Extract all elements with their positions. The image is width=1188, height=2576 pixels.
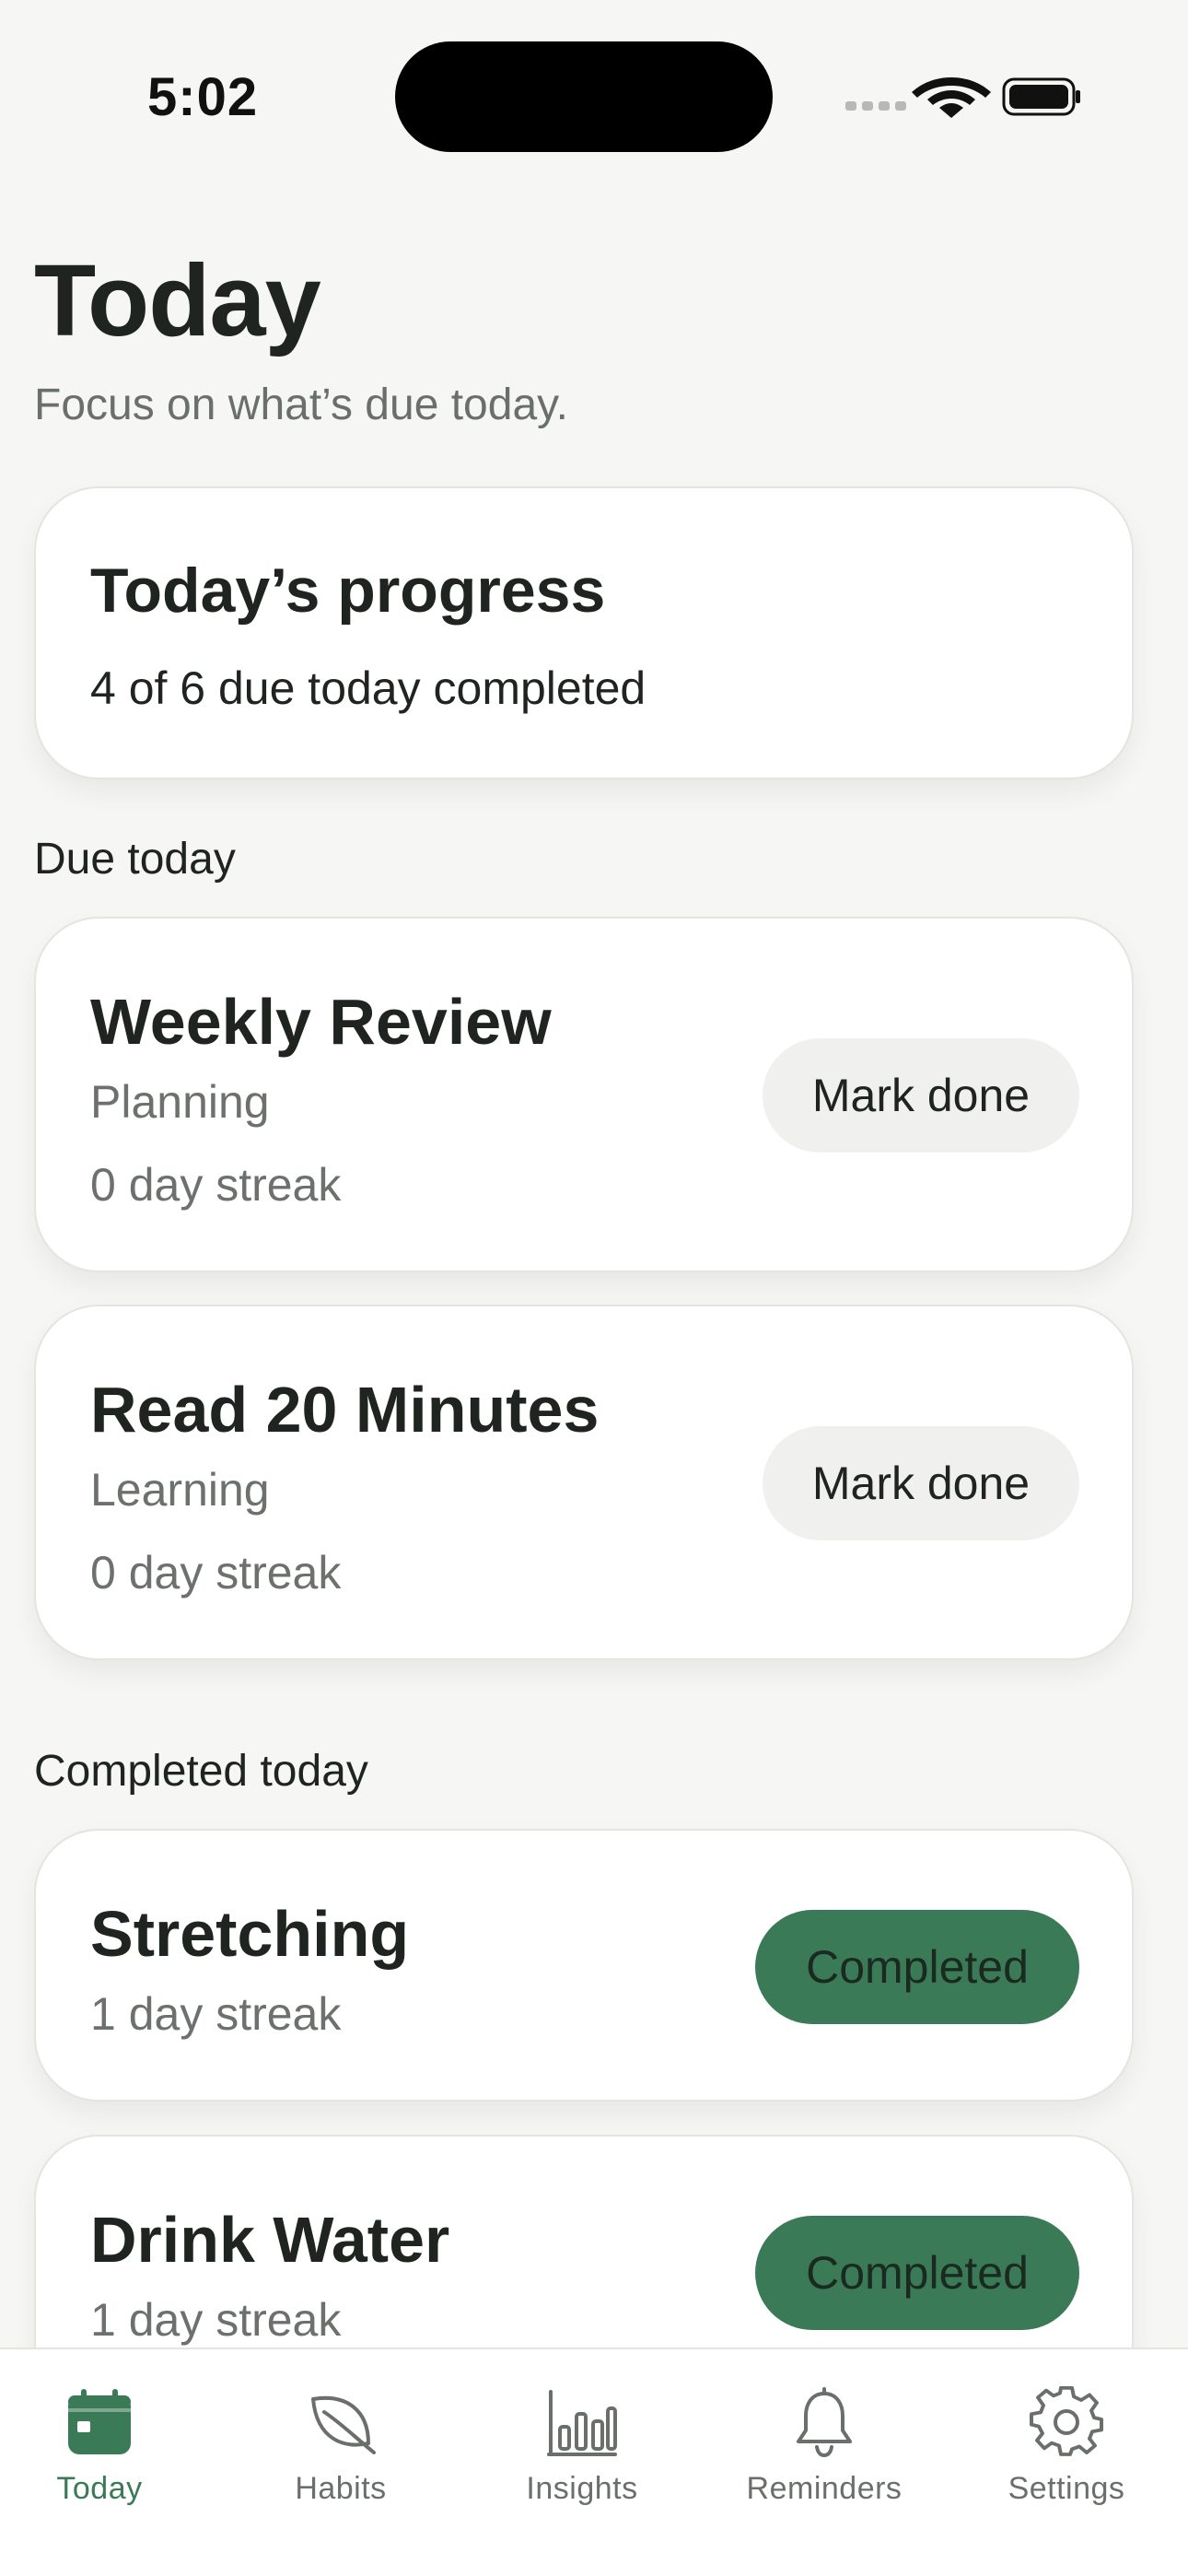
habit-card: Weekly Review Planning 0 day streak Mark… bbox=[34, 917, 1134, 1272]
bell-icon bbox=[797, 2387, 852, 2458]
habit-title: Stretching bbox=[90, 1898, 410, 1970]
habit-title: Drink Water bbox=[90, 2204, 450, 2276]
cellular-signal-icon bbox=[845, 101, 906, 111]
habit-category: Planning bbox=[90, 1076, 270, 1128]
completed-button[interactable]: Completed bbox=[755, 1910, 1079, 2024]
tab-reminders[interactable]: Reminders bbox=[723, 2386, 926, 2524]
status-bar: 5:02 bbox=[0, 0, 1188, 184]
tab-settings[interactable]: Settings bbox=[965, 2386, 1168, 2524]
tab-insights[interactable]: Insights bbox=[481, 2386, 683, 2524]
tab-label: Habits bbox=[295, 2471, 387, 2506]
progress-title: Today’s progress bbox=[90, 556, 606, 626]
habit-streak: 1 day streak bbox=[90, 2294, 342, 2346]
habit-card-completed: Stretching 1 day streak Completed bbox=[34, 1829, 1134, 2102]
status-icons bbox=[845, 77, 1080, 118]
dynamic-island bbox=[395, 41, 773, 152]
section-label-due-today: Due today bbox=[34, 835, 236, 884]
progress-summary: 4 of 6 due today completed bbox=[90, 662, 646, 714]
progress-card: Today’s progress 4 of 6 due today comple… bbox=[34, 486, 1134, 779]
gear-icon bbox=[1030, 2386, 1103, 2456]
section-label-completed-today: Completed today bbox=[34, 1747, 368, 1796]
tab-habits[interactable]: Habits bbox=[239, 2386, 442, 2524]
tab-bar: Today Habits Insights Reminders Settings bbox=[0, 2348, 1188, 2576]
wifi-icon bbox=[912, 77, 991, 118]
habit-title: Weekly Review bbox=[90, 986, 552, 1058]
page-title: Today bbox=[34, 244, 321, 357]
status-time: 5:02 bbox=[147, 67, 259, 127]
habit-card: Read 20 Minutes Learning 0 day streak Ma… bbox=[34, 1305, 1134, 1660]
mark-done-button[interactable]: Mark done bbox=[763, 1426, 1079, 1540]
tab-label: Today bbox=[56, 2471, 143, 2506]
tab-label: Settings bbox=[1007, 2471, 1125, 2506]
habit-title: Read 20 Minutes bbox=[90, 1374, 600, 1446]
habit-streak: 0 day streak bbox=[90, 1547, 342, 1598]
calendar-icon bbox=[68, 2389, 131, 2454]
leaf-icon bbox=[311, 2395, 376, 2454]
page-subtitle: Focus on what’s due today. bbox=[34, 381, 568, 429]
bar-chart-icon bbox=[547, 2390, 617, 2456]
completed-button[interactable]: Completed bbox=[755, 2216, 1079, 2330]
mark-done-button[interactable]: Mark done bbox=[763, 1038, 1079, 1153]
tab-today[interactable]: Today bbox=[0, 2386, 201, 2524]
battery-icon bbox=[1002, 77, 1080, 116]
habit-streak: 0 day streak bbox=[90, 1159, 342, 1211]
tab-label: Insights bbox=[526, 2471, 638, 2506]
tab-label: Reminders bbox=[746, 2471, 903, 2506]
habit-category: Learning bbox=[90, 1464, 270, 1516]
habit-streak: 1 day streak bbox=[90, 1988, 342, 2040]
